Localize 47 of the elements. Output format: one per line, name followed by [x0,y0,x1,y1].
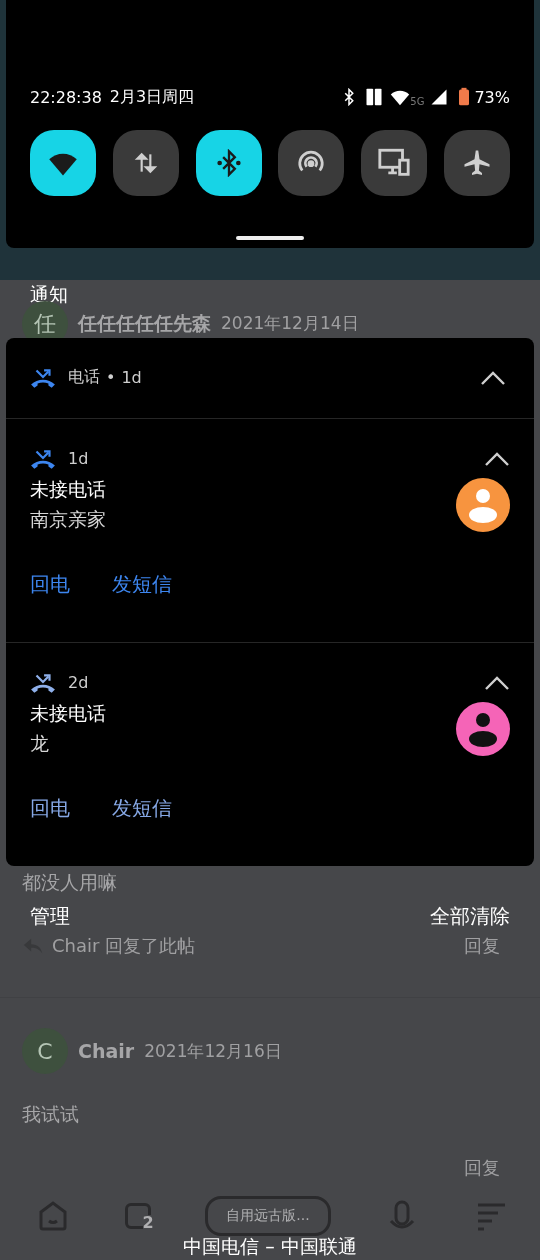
notification-time: 1d [121,368,142,388]
post-text: 我试试 [21,1102,80,1128]
quick-setting-toggle[interactable] [278,130,345,196]
page-title-pill[interactable]: 自用远古版... [205,1196,331,1237]
reply-notice: Chair 回复了此帖 [52,934,196,959]
reply-link[interactable]: 回复 [464,934,500,959]
signal-icon [430,88,449,106]
network-type: 5G [410,96,425,107]
arrows-icon [132,150,159,176]
manage-button[interactable]: 管理 [30,903,70,931]
clock-time: 22:28:38 [30,87,102,107]
author-name: Chair [78,1040,135,1063]
bluetooth-icon [214,149,243,177]
post-text: 都没人用嘛 [21,869,118,895]
avatar: C [22,1028,68,1075]
app-name: 电话 [68,367,100,389]
send-sms-link[interactable]: 发短信 [112,794,172,822]
collapse-chevron-icon[interactable] [484,450,510,467]
battery-percent: 73% [474,87,510,107]
quick-setting-toggle[interactable] [30,130,96,196]
notification-title: 未接电话 [30,476,106,502]
date-text: 2月3日周四 [109,86,195,108]
caller-name: 龙 [30,730,50,756]
airplane-icon [462,148,492,178]
call-back-link[interactable]: 回电 [30,794,70,822]
notification-title: 未接电话 [30,700,106,726]
tabs-button[interactable]: 2 [124,1203,151,1230]
notification-time: 2d [68,673,89,693]
collapse-chevron-icon[interactable] [484,674,510,691]
post-date: 2021年12月14日 [221,312,359,336]
quick-setting-toggle[interactable] [361,130,428,196]
collapse-chevron-icon[interactable] [480,369,506,386]
quick-setting-toggle[interactable] [195,130,262,196]
clear-all-button[interactable]: 全部清除 [430,903,510,931]
caller-name: 南京亲家 [30,506,106,532]
sim-cards-icon [364,87,385,107]
separator: • [106,368,116,388]
send-sms-link[interactable]: 发短信 [112,570,172,598]
call-back-link[interactable]: 回电 [30,570,70,598]
post-date: 2021年12月16日 [144,1039,282,1063]
notification-time: 1d [68,449,89,469]
carrier-name: 中国电信 – 中国联通 [182,1234,358,1259]
drag-handle[interactable] [236,236,304,240]
reply-link[interactable]: 回复 [464,1156,500,1183]
quick-setting-toggle[interactable] [444,130,510,196]
quick-setting-toggle[interactable] [112,130,179,196]
author-name: 任任任任任先森 [78,310,211,336]
